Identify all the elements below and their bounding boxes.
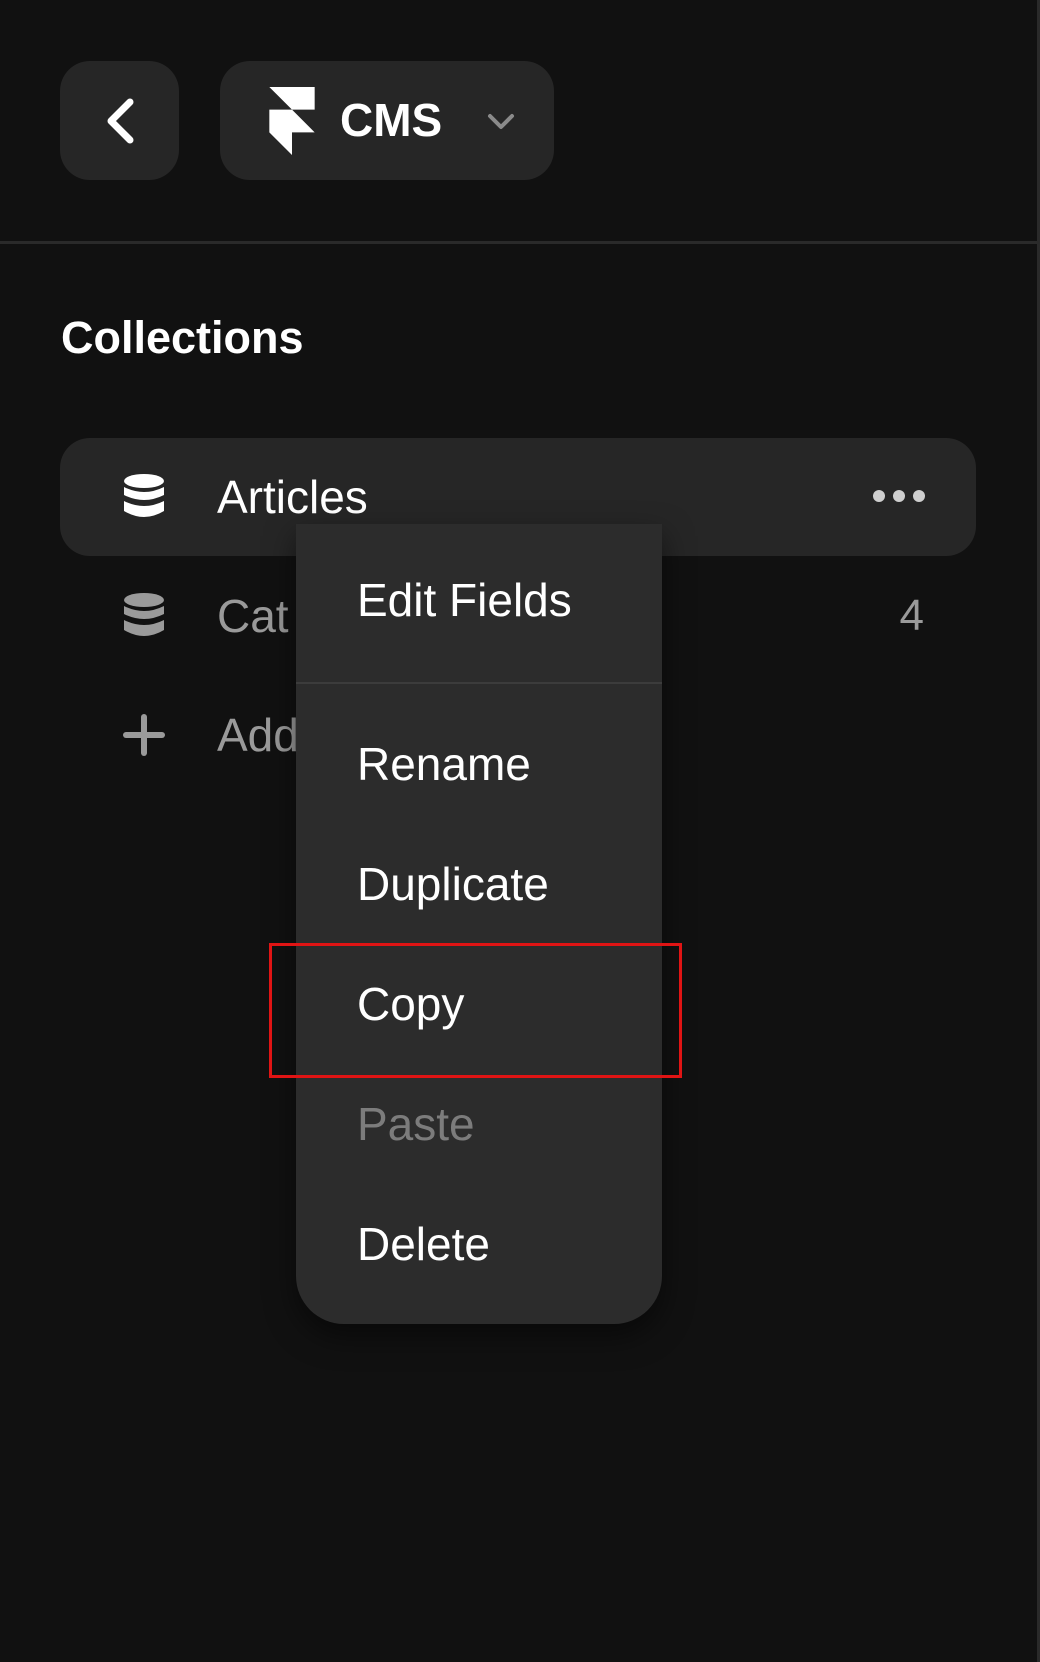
chevron-down-icon — [488, 114, 514, 129]
framer-logo-icon — [269, 87, 315, 155]
collection-context-menu: Edit Fields Rename Duplicate Copy Paste … — [296, 524, 662, 1324]
database-icon — [124, 474, 164, 517]
collections-title: Collections — [61, 312, 304, 363]
menu-divider — [296, 682, 662, 684]
collection-item-label: Cat — [217, 590, 289, 642]
back-button[interactable] — [60, 61, 179, 180]
plus-icon — [123, 714, 165, 756]
project-label: CMS — [340, 94, 443, 146]
menu-item-copy[interactable]: Copy — [296, 954, 662, 1054]
database-icon — [124, 593, 164, 636]
chevron-left-icon — [107, 98, 133, 143]
cms-sidebar-panel: CMS Collections Articles Cat 4 Add Edit … — [0, 0, 1040, 1662]
project-switcher-button[interactable]: CMS — [220, 61, 554, 180]
menu-item-duplicate[interactable]: Duplicate — [296, 834, 662, 934]
menu-item-delete[interactable]: Delete — [296, 1194, 662, 1294]
more-horizontal-icon[interactable] — [872, 488, 926, 504]
menu-item-paste: Paste — [357, 1098, 475, 1150]
menu-item-edit-fields[interactable]: Edit Fields — [296, 550, 662, 650]
add-collection-label: Add — [217, 709, 299, 761]
menu-item-rename[interactable]: Rename — [296, 714, 662, 814]
sidebar-header: CMS — [0, 0, 1037, 244]
collection-item-count: 4 — [899, 591, 924, 640]
